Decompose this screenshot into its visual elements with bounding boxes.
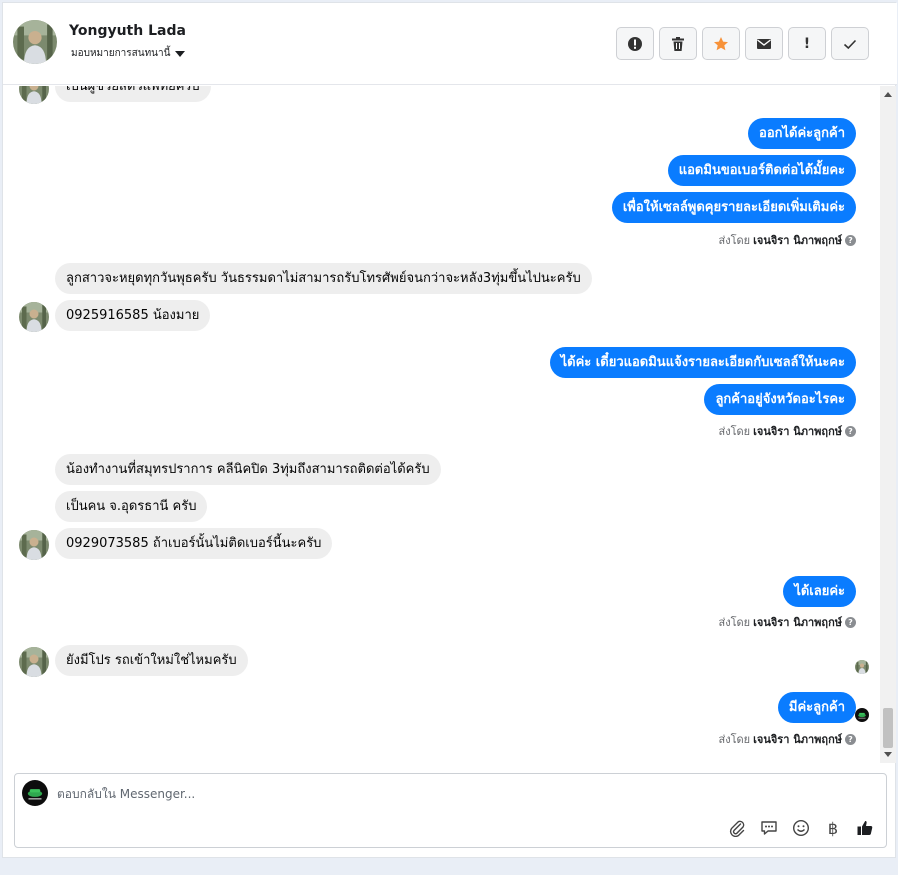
conversation-panel: Yongyuth Lada มอบหมายการสนทนานี้ ! เป็นผ… [2,2,897,858]
incoming-message[interactable]: 0929073585 ถ้าเบอร์นั้นไม่ติดเบอร์นี้นะค… [55,528,333,559]
header-actions: ! [616,27,869,60]
outgoing-message[interactable]: ได้ค่ะ เดี๋ยวแอดมินแจ้งรายละเอียดกับเซลล… [549,347,856,378]
sender-avatar [19,86,49,104]
paperclip-icon [729,820,745,837]
composer-tools: ฿ [727,818,875,838]
scroll-down-arrow-icon[interactable] [884,752,892,757]
sent-by-prefix: ส่งโดย [718,733,751,746]
envelope-icon [757,38,771,49]
sender-avatar [19,530,49,560]
thumbs-up-icon [857,820,873,835]
follow-up-button[interactable]: ! [788,27,826,60]
contact-name[interactable]: Yongyuth Lada [69,23,186,39]
scroll-thumb[interactable] [883,708,893,748]
sent-by-label: ส่งโดย เจนจิรา นิภาพฤกษ์ ? [719,730,856,748]
reply-input[interactable] [57,784,857,804]
saved-replies-button[interactable] [759,818,779,838]
outgoing-message[interactable]: เพื่อให้เซลล์พูดคุยรายละเอียดเพิ่มเติมค่… [611,192,856,223]
assign-conversation-dropdown[interactable]: มอบหมายการสนทนานี้ [71,46,186,61]
reply-composer: ฿ [14,773,887,848]
help-icon[interactable]: ? [845,733,856,745]
sent-by-agent: เจนจิรา นิภาพฤกษ์ [753,234,842,247]
delete-button[interactable] [659,27,697,60]
incoming-message[interactable]: ยังมีโปร รถเข้าใหม่ใช่ไหมครับ [55,645,248,676]
trash-icon [672,36,684,51]
outgoing-message[interactable]: แอดมินขอเบอร์ติดต่อได้มั้ยคะ [667,155,856,186]
help-icon[interactable]: ? [845,616,856,628]
incoming-message[interactable]: 0925916585 น้องมาย [55,300,211,331]
incoming-message[interactable]: เป็นผู้ช่วยสัตวแพทย์ครับ [55,86,211,102]
alert-circle-icon [628,36,642,51]
emoji-icon [792,819,810,837]
scroll-up-arrow-icon[interactable] [884,92,892,97]
contact-avatar[interactable] [13,20,57,64]
like-button[interactable] [855,818,875,838]
incoming-message[interactable]: น้องทำงานที่สมุทรปราการ คลีนิคปิด 3ทุ่มถ… [55,454,441,485]
help-icon[interactable]: ? [845,425,856,437]
outgoing-message[interactable]: ลูกค้าอยู่จังหวัดอะไรคะ [704,384,856,415]
seen-receipt-avatar [855,660,869,674]
sent-by-agent: เจนจิรา นิภาพฤกษ์ [753,733,842,746]
sent-by-prefix: ส่งโดย [718,425,751,438]
baht-icon: ฿ [827,818,839,838]
check-icon [843,39,857,49]
help-icon[interactable]: ? [845,234,856,246]
sent-by-label: ส่งโดย เจนจิรา นิภาพฤกษ์ ? [719,231,856,249]
attach-button[interactable] [727,818,747,838]
sent-by-label: ส่งโดย เจนจิรา นิภาพฤกษ์ ? [719,422,856,440]
sent-by-prefix: ส่งโดย [718,234,751,247]
message-thread[interactable]: เป็นผู้ช่วยสัตวแพทย์ครับ ออกได้ค่ะลูกค้า… [3,86,897,763]
outgoing-message[interactable]: มีค่ะลูกค้า [777,692,856,723]
caret-down-icon [175,50,186,57]
conversation-header: Yongyuth Lada มอบหมายการสนทนานี้ ! [3,3,897,85]
mark-unread-button[interactable] [745,27,783,60]
outgoing-message[interactable]: ได้เลยค่ะ [783,576,856,607]
incoming-message[interactable]: เป็นคน จ.อุดรธานี ครับ [55,491,208,522]
mark-done-button[interactable] [831,27,869,60]
spam-button[interactable] [616,27,654,60]
sender-avatar [19,647,49,677]
sender-page-avatar [855,708,869,722]
saved-reply-icon [761,821,777,835]
sent-by-prefix: ส่งโดย [718,616,751,629]
outgoing-message[interactable]: ออกได้ค่ะลูกค้า [748,118,856,149]
sent-by-agent: เจนจิรา นิภาพฤกษ์ [753,425,842,438]
sent-by-agent: เจนจิรา นิภาพฤกษ์ [753,616,842,629]
emoji-button[interactable] [791,818,811,838]
sent-by-label: ส่งโดย เจนจิรา นิภาพฤกษ์ ? [719,613,856,631]
star-icon [714,36,728,50]
incoming-message[interactable]: ลูกสาวจะหยุดทุกวันพุธครับ วันธรรมดาไม่สา… [55,263,592,294]
sender-avatar [19,302,49,332]
page-avatar [22,780,48,806]
exclamation-icon: ! [803,35,811,52]
star-button[interactable] [702,27,740,60]
payment-button[interactable]: ฿ [823,818,843,838]
thread-scrollbar[interactable] [880,86,896,763]
assign-conversation-label: มอบหมายการสนทนานี้ [71,48,171,59]
